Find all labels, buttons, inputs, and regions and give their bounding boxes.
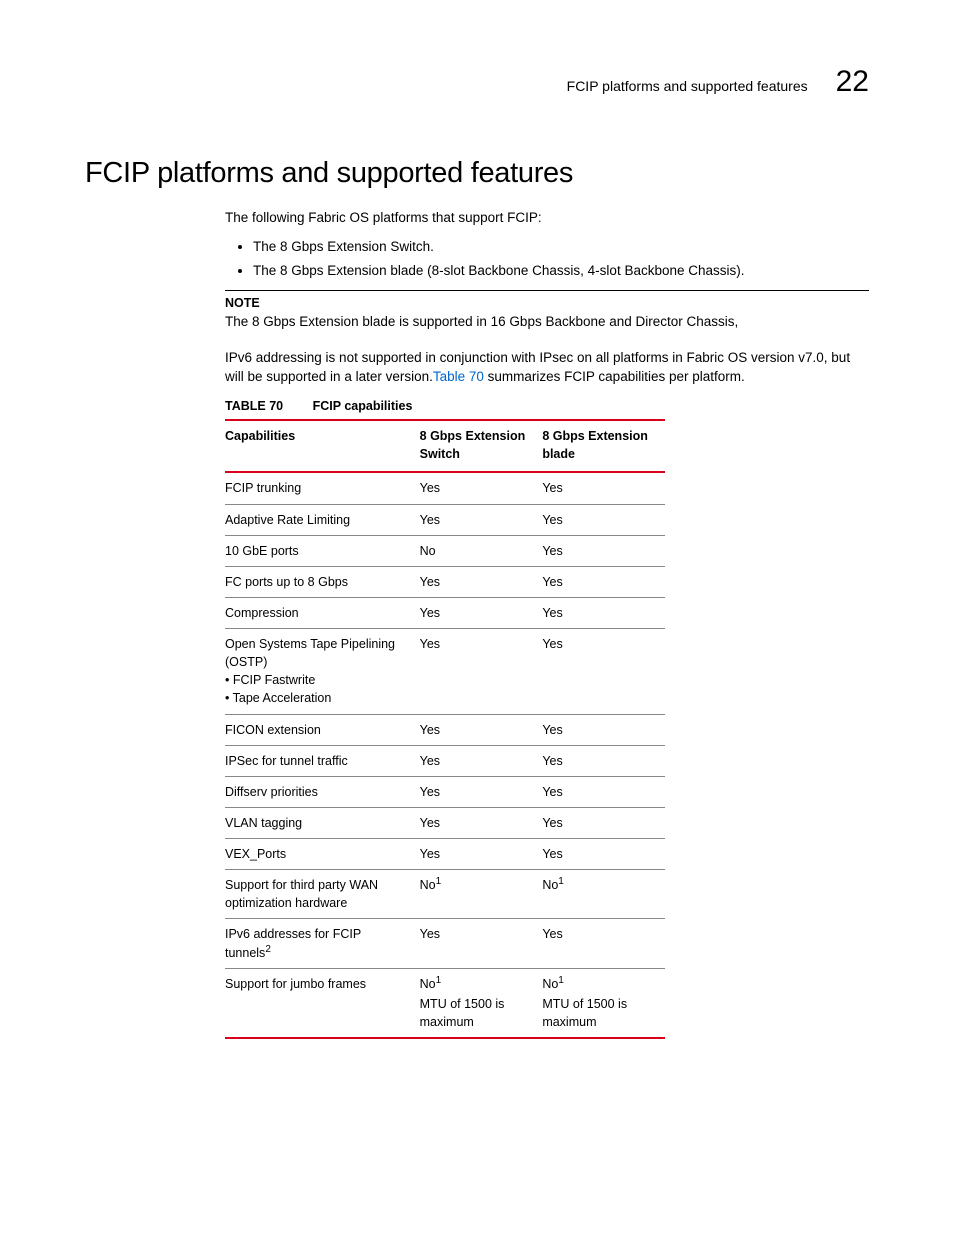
table-row: VEX_PortsYesYes [225,839,665,870]
page-header: FCIP platforms and supported features 22 [85,60,869,104]
table-cell: No1MTU of 1500 is maximum [542,968,665,1038]
table-cell: No1 [420,870,543,919]
table-cell: 10 GbE ports [225,535,420,566]
table-cell: No [420,535,543,566]
list-item: The 8 Gbps Extension blade (8-slot Backb… [253,261,869,281]
table-cell: Yes [542,714,665,745]
table-header: Capabilities [225,420,420,472]
table-row: FC ports up to 8 GbpsYesYes [225,566,665,597]
chapter-number: 22 [836,60,869,104]
header-title: FCIP platforms and supported features [567,76,808,96]
table-cell: Yes [420,776,543,807]
table-caption: TABLE 70 FCIP capabilities [225,397,869,415]
list-item: The 8 Gbps Extension Switch. [253,237,869,257]
table-cell: Yes [542,504,665,535]
table-cell: Yes [420,839,543,870]
table-cell: Yes [542,566,665,597]
para-post: summarizes FCIP capabilities per platfor… [484,369,745,384]
table-cell: Adaptive Rate Limiting [225,504,420,535]
table-cell: FC ports up to 8 Gbps [225,566,420,597]
table-cell: No1 [542,870,665,919]
table-cell: Support for jumbo frames [225,968,420,1038]
table-cell: FCIP trunking [225,472,420,504]
table-reference-link[interactable]: Table 70 [433,369,484,384]
table-header: 8 Gbps Extension Switch [420,420,543,472]
table-row: Open Systems Tape Pipelining (OSTP)• FCI… [225,629,665,715]
table-header: 8 Gbps Extension blade [542,420,665,472]
table-row: Adaptive Rate LimitingYesYes [225,504,665,535]
table-caption-text: FCIP capabilities [313,399,413,413]
table-cell: Yes [542,535,665,566]
table-caption-number: TABLE 70 [225,399,283,413]
table-row: FICON extensionYesYes [225,714,665,745]
table-cell: IPSec for tunnel traffic [225,745,420,776]
intro-paragraph: The following Fabric OS platforms that s… [225,208,869,228]
table-row: CompressionYesYes [225,597,665,628]
table-cell: Yes [542,807,665,838]
table-cell: Yes [420,919,543,968]
table-cell: Yes [542,919,665,968]
table-cell: Compression [225,597,420,628]
table-cell: Yes [420,807,543,838]
table-row: Diffserv prioritiesYesYes [225,776,665,807]
table-cell: Yes [420,629,543,715]
table-cell: Yes [420,745,543,776]
table-cell: Yes [420,714,543,745]
summary-paragraph: IPv6 addressing is not supported in conj… [225,348,869,387]
note-body: The 8 Gbps Extension blade is supported … [225,312,869,332]
table-cell: Yes [542,745,665,776]
table-cell: Open Systems Tape Pipelining (OSTP)• FCI… [225,629,420,715]
table-row: Support for third party WAN optimization… [225,870,665,919]
table-cell: Yes [542,629,665,715]
table-cell: Yes [420,566,543,597]
table-row: IPSec for tunnel trafficYesYes [225,745,665,776]
page-title: FCIP platforms and supported features [85,152,869,194]
content-body: The following Fabric OS platforms that s… [225,208,869,1040]
table-cell: FICON extension [225,714,420,745]
table-row: FCIP trunkingYesYes [225,472,665,504]
table-cell: Yes [420,472,543,504]
table-cell: No1MTU of 1500 is maximum [420,968,543,1038]
note-block: NOTE The 8 Gbps Extension blade is suppo… [225,290,869,332]
platform-list: The 8 Gbps Extension Switch. The 8 Gbps … [225,237,869,280]
table-cell: VEX_Ports [225,839,420,870]
table-row: Support for jumbo framesNo1MTU of 1500 i… [225,968,665,1038]
table-row: IPv6 addresses for FCIP tunnels2YesYes [225,919,665,968]
table-cell: Yes [420,504,543,535]
table-cell: Yes [542,597,665,628]
table-cell: Support for third party WAN optimization… [225,870,420,919]
table-cell: Yes [542,776,665,807]
note-label: NOTE [225,294,869,312]
table-row: VLAN taggingYesYes [225,807,665,838]
table-cell: IPv6 addresses for FCIP tunnels2 [225,919,420,968]
table-row: 10 GbE portsNoYes [225,535,665,566]
table-cell: VLAN tagging [225,807,420,838]
table-cell: Yes [542,839,665,870]
capabilities-table: Capabilities 8 Gbps Extension Switch 8 G… [225,419,665,1039]
table-cell: Yes [420,597,543,628]
table-cell: Diffserv priorities [225,776,420,807]
table-cell: Yes [542,472,665,504]
